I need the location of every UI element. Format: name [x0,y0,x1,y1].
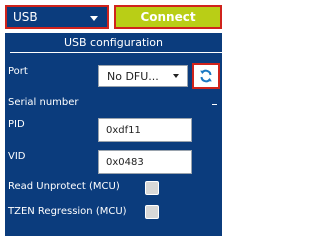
stm32-programmer-connection-panel: USB Connect USB configuration Port No DF… [0,0,226,236]
pid-label: PID [8,119,25,130]
connect-button[interactable]: Connect [114,5,222,29]
port-select[interactable]: No DFU... [98,65,188,87]
serial-number-value [212,104,217,105]
pid-input[interactable] [98,118,192,142]
panel-title: USB configuration [63,36,164,49]
interface-select-value: USB [13,10,38,24]
chevron-down-icon [90,16,98,21]
read-unprotect-label: Read Unprotect (MCU) [8,181,120,192]
interface-select[interactable]: USB [5,5,109,29]
serial-number-label: Serial number [8,97,79,108]
vid-input[interactable] [98,150,192,174]
chevron-down-icon [173,74,179,78]
read-unprotect-checkbox[interactable] [145,181,159,195]
vid-label: VID [8,151,26,162]
usb-configuration-panel: USB configuration Port No DFU... Serial … [5,33,222,236]
port-select-value: No DFU... [107,70,159,83]
connection-toolbar: USB Connect [0,0,226,30]
tzen-regression-checkbox[interactable] [145,205,159,219]
refresh-button[interactable] [192,63,220,89]
refresh-icon [200,69,212,83]
panel-divider [10,52,222,53]
tzen-regression-label: TZEN Regression (MCU) [8,206,127,217]
port-label: Port [8,66,28,77]
